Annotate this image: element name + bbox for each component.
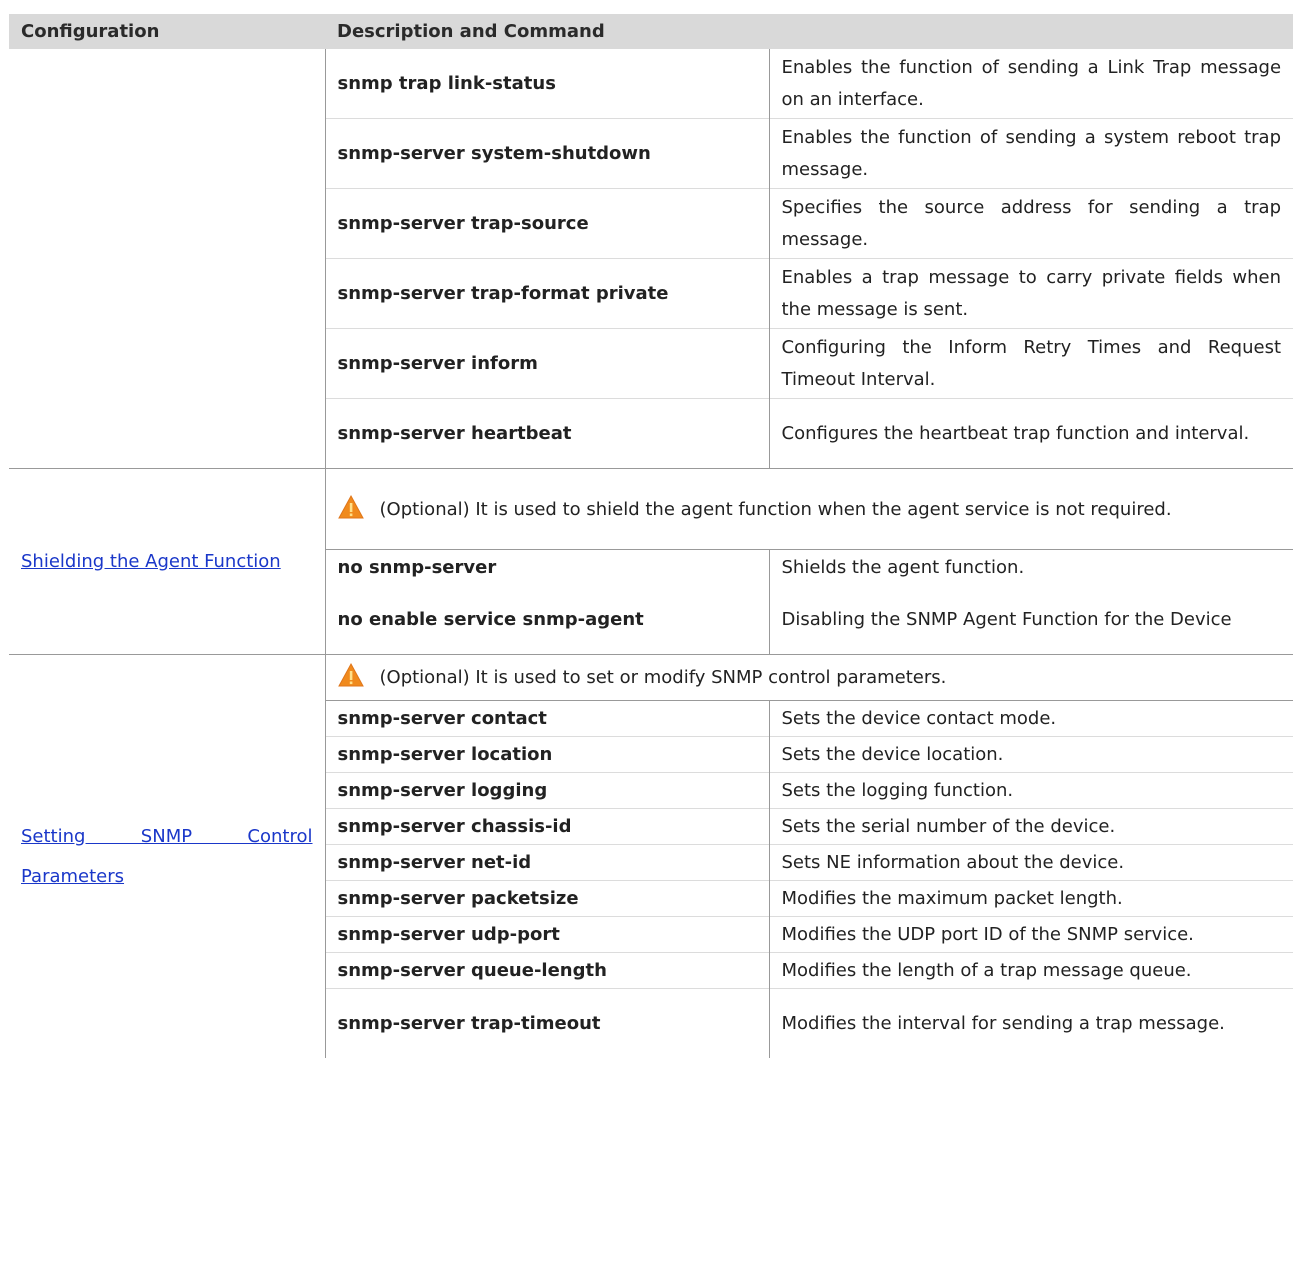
description-cell: Specifies the source address for sending…: [769, 188, 1293, 259]
command-cell: snmp trap link-status: [325, 49, 770, 119]
description-cell: Sets the logging function.: [769, 772, 1293, 809]
configuration-cell: Shielding the Agent Function: [9, 468, 326, 655]
description-cell: Modifies the interval for sending a trap…: [769, 988, 1293, 1058]
header-configuration: Configuration: [9, 14, 325, 49]
command-cell: snmp-server queue-length: [325, 952, 770, 989]
command-cell: snmp-server heartbeat: [325, 398, 770, 469]
warning-triangle-icon: [337, 662, 364, 688]
command-cell: snmp-server trap-format private: [325, 258, 770, 329]
note-text: (Optional) It is used to set or modify S…: [379, 667, 947, 688]
command-cell: snmp-server trap-source: [325, 188, 770, 259]
header-description: Description and Command: [325, 14, 1293, 49]
command-cell: no enable service snmp-agent: [325, 585, 770, 655]
command-cell: snmp-server logging: [325, 772, 770, 809]
description-cell: Modifies the UDP port ID of the SNMP ser…: [769, 916, 1293, 953]
description-cell: Configures the heartbeat trap function a…: [769, 398, 1293, 469]
command-cell: snmp-server location: [325, 736, 770, 773]
note-text: (Optional) It is used to shield the agen…: [379, 498, 1172, 520]
description-cell: Modifies the length of a trap message qu…: [769, 952, 1293, 989]
command-cell: snmp-server inform: [325, 328, 770, 399]
setting-snmp-control-link[interactable]: Setting SNMP Control Parameters: [21, 826, 313, 887]
description-cell: Sets the device location.: [769, 736, 1293, 773]
description-cell: Enables a trap message to carry private …: [769, 258, 1293, 329]
configuration-cell-empty: [9, 49, 326, 469]
command-cell: no snmp-server: [325, 549, 770, 585]
command-cell: snmp-server packetsize: [325, 880, 770, 917]
configuration-table: Configuration Description and Command sn…: [9, 14, 1293, 1058]
description-cell: Disabling the SNMP Agent Function for th…: [769, 585, 1293, 655]
note-row: Shielding the Agent Function (Optional) …: [9, 468, 1293, 655]
description-cell: Sets the device contact mode.: [769, 700, 1293, 737]
warning-triangle-icon: [337, 494, 364, 520]
command-cell: snmp-server system-shutdown: [325, 118, 770, 189]
command-cell: snmp-server net-id: [325, 844, 770, 881]
description-cell: Shields the agent function.: [769, 549, 1293, 585]
note-row: Setting SNMP Control Parameters (Optiona…: [9, 654, 1293, 1058]
note-cell: (Optional) It is used to shield the agen…: [325, 468, 1293, 550]
command-cell: snmp-server trap-timeout: [325, 988, 770, 1058]
shielding-agent-link[interactable]: Shielding the Agent Function: [21, 551, 281, 572]
table-row: snmp trap link-status Enables the functi…: [9, 49, 1293, 469]
table-header-row: Configuration Description and Command: [9, 14, 1293, 49]
description-cell: Sets NE information about the device.: [769, 844, 1293, 881]
command-cell: snmp-server contact: [325, 700, 770, 737]
description-cell: Enables the function of sending a Link T…: [781, 56, 1282, 110]
command-cell: snmp-server udp-port: [325, 916, 770, 953]
description-cell: Sets the serial number of the device.: [769, 808, 1293, 845]
description-cell: Enables the function of sending a system…: [769, 118, 1293, 189]
note-cell: (Optional) It is used to set or modify S…: [325, 654, 1293, 701]
command-cell: snmp-server chassis-id: [325, 808, 770, 845]
description-cell: Modifies the maximum packet length.: [769, 880, 1293, 917]
description-cell: Configuring the Inform Retry Times and R…: [769, 328, 1293, 399]
configuration-cell: Setting SNMP Control Parameters: [9, 654, 326, 1058]
